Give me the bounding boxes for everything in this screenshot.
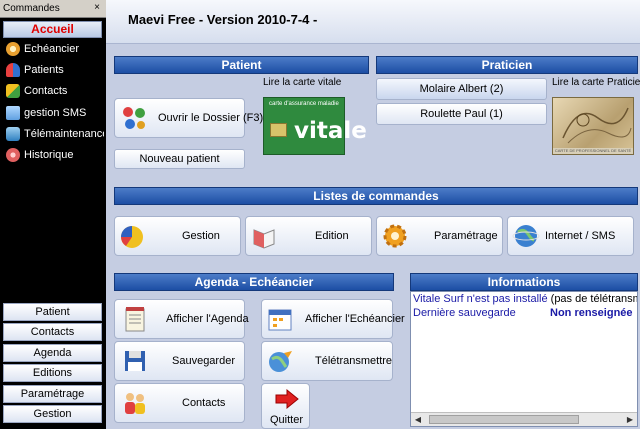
edition-button[interactable]: Edition (245, 216, 372, 256)
vitale-surf-note: (pas de télétransmi (550, 293, 638, 305)
informations-panel: Vitale Surf n'est pas installé (pas de t… (410, 291, 638, 427)
main-area: Patient Lire la carte vitale Ouvrir le D… (106, 44, 640, 429)
agenda-section-header: Agenda - Echéancier (114, 273, 394, 291)
people-icon (6, 63, 20, 77)
info-line-vitale-surf: Vitale Surf n'est pas installé (pas de t… (413, 293, 638, 305)
floppy-disk-icon (121, 347, 149, 375)
scroll-thumb[interactable] (429, 415, 579, 424)
history-icon (6, 148, 20, 162)
title-bar: Maevi Free - Version 2010-7-4 - (106, 0, 640, 44)
contacts-icon (6, 84, 20, 98)
commands-pane-header: Commandes × (0, 0, 106, 18)
app-title: Maevi Free - Version 2010-7-4 - (128, 12, 318, 27)
book-icon (250, 222, 278, 250)
editions-group-button[interactable]: Editions (3, 364, 102, 382)
chip-icon (270, 123, 287, 137)
nav-item-label: Patients (24, 64, 64, 76)
nav-item-label: gestion SMS (24, 107, 87, 119)
nav-item-historique[interactable]: Historique (6, 146, 104, 164)
sms-icon (6, 106, 20, 120)
afficher-echeancier-label: Afficher l'Echéancier (305, 313, 405, 325)
nav-item-label: Historique (24, 149, 74, 161)
vitale-surf-link[interactable]: Vitale Surf n'est pas installé (413, 293, 548, 305)
vitale-caption: Lire la carte vitale (263, 77, 342, 88)
cps-card-reader[interactable]: CARTE DE PROFESSIONNEL DE SANTÉ (552, 97, 634, 155)
nav-item-telemaintenance[interactable]: Télémaintenance (6, 125, 104, 143)
praticien-section-header: Praticien (376, 56, 638, 74)
nav-item-label: Télémaintenance (24, 128, 104, 140)
afficher-agenda-label: Afficher l'Agenda (166, 313, 249, 325)
scroll-left-icon[interactable]: ◀ (412, 414, 424, 425)
teletransmettre-button[interactable]: Télétransmettre (261, 341, 393, 381)
accueil-button[interactable]: Accueil (3, 21, 102, 38)
afficher-echeancier-button[interactable]: Afficher l'Echéancier (261, 299, 405, 339)
edition-label: Edition (315, 230, 349, 242)
patient-group-button[interactable]: Patient (3, 303, 102, 321)
calendar-icon (266, 305, 294, 333)
contacts-label: Contacts (182, 397, 226, 409)
clock-icon (6, 42, 20, 56)
informations-section-header: Informations (410, 273, 638, 291)
globe-icon (512, 222, 540, 250)
new-patient-button[interactable]: Nouveau patient (114, 149, 245, 169)
last-backup-label: Dernière sauvegarde (413, 307, 516, 319)
quitter-button[interactable]: Quitter (261, 383, 310, 429)
agenda-group-button[interactable]: Agenda (3, 344, 102, 362)
open-dossier-label: Ouvrir le Dossier (F3) (158, 112, 264, 124)
open-dossier-button[interactable]: Ouvrir le Dossier (F3) (114, 98, 263, 138)
scroll-right-icon[interactable]: ▶ (624, 414, 636, 425)
last-backup-value: Non renseignée (550, 307, 633, 319)
gestion-group-button[interactable]: Gestion (3, 405, 102, 423)
horizontal-scrollbar[interactable]: ◀ ▶ (411, 412, 637, 426)
vitale-card-reader[interactable]: carte d'assurance maladie vitale (263, 97, 367, 155)
teletransmettre-label: Télétransmettre (315, 355, 393, 367)
nav-item-patients[interactable]: Patients (6, 61, 104, 79)
gear-icon (381, 222, 409, 250)
nav-item-label: Contacts (24, 85, 68, 97)
practitioner-item[interactable]: Roulette Paul (1) (376, 103, 547, 125)
vitale-card-word: vitale (294, 118, 367, 144)
internet-sms-label: Internet / SMS (545, 230, 616, 242)
gestion-label: Gestion (182, 230, 220, 242)
quitter-label: Quitter (270, 414, 304, 426)
close-icon[interactable]: × (91, 2, 103, 14)
afficher-agenda-button[interactable]: Afficher l'Agenda (114, 299, 249, 339)
sauvegarder-button[interactable]: Sauvegarder (114, 341, 245, 381)
nav-item-contacts[interactable]: Contacts (6, 82, 104, 100)
nav-item-gestion-sms[interactable]: gestion SMS (6, 104, 104, 122)
practitioner-item[interactable]: Molaire Albert (2) (376, 78, 547, 100)
notepad-icon (121, 305, 149, 333)
cps-card-art (562, 107, 632, 144)
contacts-people-icon (121, 389, 149, 417)
molecule-icon (120, 104, 148, 132)
nav-item-echeancier[interactable]: Echéancier (6, 40, 104, 58)
cps-card-strip: CARTE DE PROFESSIONNEL DE SANTÉ (553, 148, 633, 154)
transmit-globe-icon (266, 347, 294, 375)
nav-item-label: Echéancier (24, 43, 80, 55)
gestion-button[interactable]: Gestion (114, 216, 241, 256)
info-line-backup: Dernière sauvegarde Non renseignée (413, 307, 637, 319)
patient-section-header: Patient (114, 56, 369, 74)
commands-pane: Commandes × Accueil Echéancier Patients … (0, 0, 106, 429)
contacts-button[interactable]: Contacts (114, 383, 245, 423)
network-icon (6, 127, 20, 141)
cps-caption: Lire la carte Praticien (552, 77, 640, 88)
parametrage-button[interactable]: Paramétrage (376, 216, 503, 256)
sauvegarder-label: Sauvegarder (172, 355, 235, 367)
pie-chart-icon (119, 222, 147, 250)
exit-arrow-icon (274, 388, 300, 410)
vitale-card-top-text: carte d'assurance maladie (269, 101, 339, 107)
internet-sms-button[interactable]: Internet / SMS (507, 216, 634, 256)
commands-pane-title: Commandes (3, 3, 60, 14)
parametrage-group-button[interactable]: Paramétrage (3, 385, 102, 403)
parametrage-label: Paramétrage (434, 230, 498, 242)
listes-section-header: Listes de commandes (114, 187, 638, 205)
contacts-group-button[interactable]: Contacts (3, 323, 102, 341)
